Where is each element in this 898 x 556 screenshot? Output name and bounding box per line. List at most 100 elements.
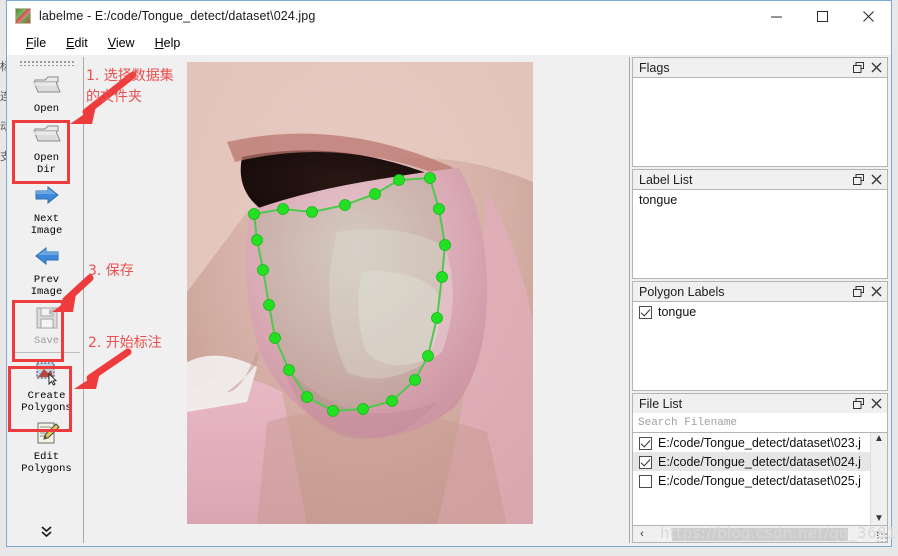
file-list-horizontal-scrollbar[interactable]: ‹ ›: [632, 526, 888, 543]
label-list-item[interactable]: tongue: [633, 190, 887, 207]
panel-file-list-restore-button[interactable]: [849, 395, 867, 413]
panel-file-list: File List Search Filename E:/code/Tongue…: [632, 393, 888, 543]
restore-window-icon: [852, 398, 864, 409]
file-checkbox[interactable]: [639, 436, 652, 450]
polygon-label-row[interactable]: tongue: [633, 302, 887, 321]
annotated-photo[interactable]: [187, 62, 533, 524]
menu-file-label: ile: [33, 36, 47, 50]
file-list-item[interactable]: E:/code/Tongue_detect/dataset\023.j: [633, 433, 870, 452]
polygon-label-checkbox[interactable]: [639, 305, 652, 319]
toolbar-button-open-dir[interactable]: Open Dir: [12, 117, 82, 178]
panel-file-list-title-bar: File List: [632, 393, 888, 413]
toolbar-label-create-polygons: Create Polygons: [21, 390, 72, 414]
photo-with-polygon[interactable]: [187, 62, 533, 524]
app-icon: [15, 8, 31, 24]
menu-help[interactable]: Help: [146, 34, 190, 52]
panel-flags-close-button[interactable]: [867, 59, 885, 77]
window-title: labelme - E:/code/Tongue_detect/dataset\…: [39, 9, 316, 23]
menu-edit[interactable]: Edit: [57, 34, 97, 52]
close-button[interactable]: [845, 1, 891, 31]
toolbar-label-open: Open: [33, 103, 60, 115]
close-icon: [871, 398, 881, 409]
panel-polygon-labels-title: Polygon Labels: [639, 284, 725, 299]
toolbar-button-open[interactable]: Open: [12, 68, 82, 117]
window-controls: [753, 1, 891, 31]
scroll-left-arrow-icon[interactable]: ‹: [635, 528, 649, 540]
toolbar-button-next-image[interactable]: Next Image: [12, 178, 82, 239]
menu-edit-mnemonic: E: [66, 36, 75, 50]
file-list-body: E:/code/Tongue_detect/dataset\023.j E:/c…: [632, 433, 888, 526]
menu-file-mnemonic: F: [26, 36, 34, 50]
right-dock: Flags Label List tongue Polygon Labels t…: [630, 57, 888, 543]
close-icon: [871, 286, 881, 297]
chevron-double-down-icon: [41, 526, 52, 538]
polygon-label-text: tongue: [658, 305, 697, 319]
toolbar-separator: [13, 352, 80, 353]
toolbar-drag-grip[interactable]: [18, 59, 75, 66]
panel-file-list-close-button[interactable]: [867, 395, 885, 413]
panel-file-list-title: File List: [639, 396, 683, 411]
arrow-right-icon: [35, 185, 59, 205]
restore-window-icon: [852, 62, 864, 73]
menu-file[interactable]: File: [17, 34, 55, 52]
menu-view-mnemonic: V: [107, 36, 116, 50]
floppy-disk-icon: [36, 307, 57, 329]
search-filename-input[interactable]: Search Filename: [632, 413, 888, 433]
horizontal-scroll-thumb[interactable]: [672, 527, 848, 541]
menu-view[interactable]: View: [99, 34, 144, 52]
panel-flags-title: Flags: [639, 60, 670, 75]
labelme-main-window: labelme - E:/code/Tongue_detect/dataset\…: [6, 0, 892, 547]
panel-label-list-title: Label List: [639, 172, 693, 187]
toolbar-label-next-image: Next Image: [30, 213, 63, 237]
toolbar-button-edit-polygons[interactable]: Edit Polygons: [12, 416, 82, 477]
close-icon: [871, 174, 881, 185]
file-list-vertical-scrollbar[interactable]: ▲ ▼: [870, 433, 887, 525]
scroll-up-arrow-icon[interactable]: ▲: [874, 434, 884, 444]
panel-label-list-close-button[interactable]: [867, 171, 885, 189]
image-canvas[interactable]: [84, 57, 630, 543]
panel-flags-title-bar: Flags: [632, 57, 888, 77]
menu-help-label: elp: [163, 36, 181, 50]
panel-flags-body[interactable]: [632, 77, 888, 167]
title-bar: labelme - E:/code/Tongue_detect/dataset\…: [7, 1, 891, 31]
minimize-button[interactable]: [753, 1, 799, 31]
maximize-button[interactable]: [799, 1, 845, 31]
toolbar-label-save: Save: [33, 335, 60, 347]
panel-label-list-body[interactable]: tongue: [632, 189, 888, 279]
toolbar-label-edit-polygons: Edit Polygons: [21, 451, 72, 475]
file-checkbox[interactable]: [639, 474, 652, 488]
menu-edit-label: dit: [74, 36, 88, 50]
menu-bar: File Edit View Help: [7, 31, 891, 55]
toolbar-button-prev-image[interactable]: Prev Image: [12, 239, 82, 300]
file-path-text: E:/code/Tongue_detect/dataset\023.j: [658, 436, 861, 450]
window-resize-grip[interactable]: [876, 532, 888, 544]
panel-label-list-restore-button[interactable]: [849, 171, 867, 189]
panel-label-list-title-bar: Label List: [632, 169, 888, 189]
panel-flags: Flags: [632, 57, 888, 167]
panel-label-list: Label List tongue: [632, 169, 888, 279]
polygon-edit-icon: [37, 422, 60, 444]
restore-window-icon: [852, 286, 864, 297]
file-checkbox[interactable]: [639, 455, 652, 469]
left-toolbar: Open Open Dir Next Image Prev Image Save…: [10, 57, 84, 543]
file-list-item[interactable]: E:/code/Tongue_detect/dataset\024.j: [633, 452, 870, 471]
panel-polygon-labels-restore-button[interactable]: [849, 283, 867, 301]
toolbar-button-save[interactable]: Save: [12, 300, 82, 349]
panel-flags-restore-button[interactable]: [849, 59, 867, 77]
panel-polygon-labels-body[interactable]: tongue: [632, 301, 888, 391]
file-path-text: E:/code/Tongue_detect/dataset\024.j: [658, 455, 861, 469]
search-filename-placeholder: Search Filename: [638, 416, 738, 429]
toolbar-expand-button[interactable]: [10, 526, 83, 539]
toolbar-button-create-polygons[interactable]: Create Polygons: [12, 355, 82, 416]
panel-polygon-labels-title-bar: Polygon Labels: [632, 281, 888, 301]
menu-view-label: iew: [115, 36, 135, 50]
file-rows: E:/code/Tongue_detect/dataset\023.j E:/c…: [633, 433, 870, 525]
scroll-down-arrow-icon[interactable]: ▼: [874, 514, 884, 524]
restore-window-icon: [852, 174, 864, 185]
file-list-item[interactable]: E:/code/Tongue_detect/dataset\025.j: [633, 471, 870, 490]
arrow-left-icon: [34, 246, 58, 266]
window-body: Open Open Dir Next Image Prev Image Save…: [7, 55, 891, 546]
panel-polygon-labels-close-button[interactable]: [867, 283, 885, 301]
folder-icon: [32, 125, 61, 142]
menu-help-mnemonic: H: [154, 36, 164, 50]
